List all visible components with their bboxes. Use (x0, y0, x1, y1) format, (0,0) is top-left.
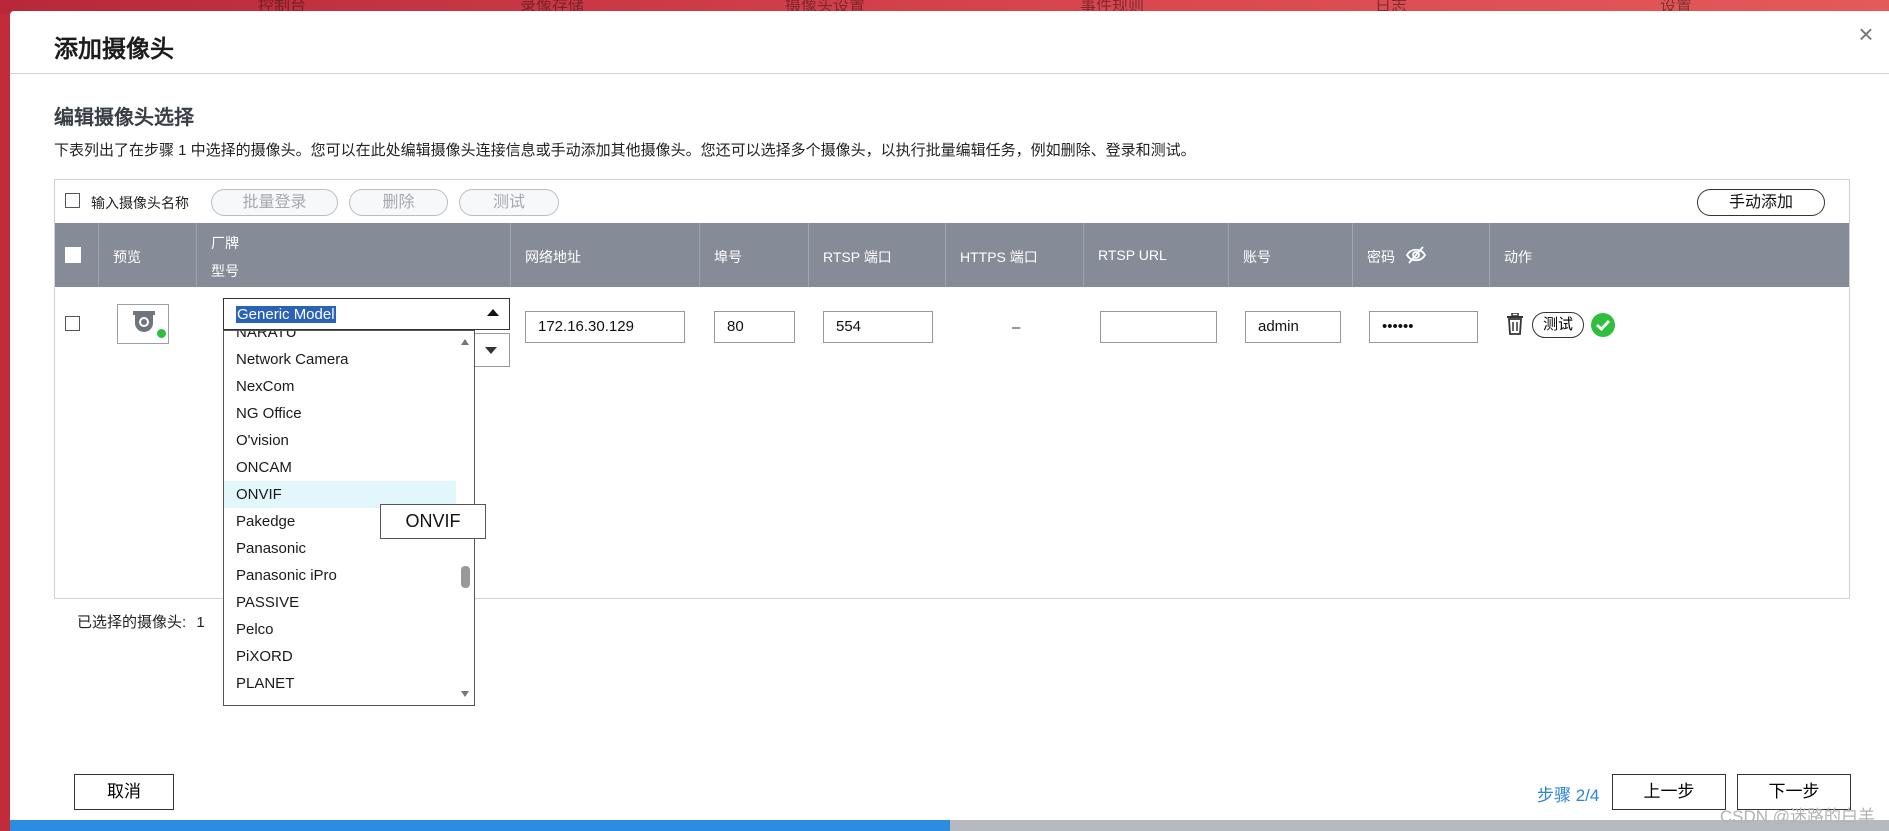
test-button[interactable]: 测试 (459, 189, 559, 216)
hover-tooltip: ONVIF (380, 504, 486, 539)
watermark: CSDN @迷路的白羊 (1719, 807, 1875, 826)
rtsp-port-input[interactable]: 554 (823, 311, 933, 343)
scroll-thumb[interactable] (461, 566, 470, 588)
status-ok-icon (156, 328, 167, 339)
eye-off-icon[interactable] (1405, 245, 1427, 265)
cancel-button[interactable]: 取消 (74, 774, 174, 810)
dialog-title: 添加摄像头 (54, 36, 174, 63)
account-input[interactable]: admin (1245, 311, 1341, 343)
header-password: 密码 (1353, 223, 1490, 287)
section-description: 下表列出了在步骤 1 中选择的摄像头。您可以在此处编辑摄像头连接信息或手动添加其… (54, 142, 1196, 159)
selected-count-value: 1 (196, 614, 205, 631)
dialog-title-bar: 添加摄像头 × (10, 11, 1889, 74)
check-circle-icon (1591, 313, 1615, 337)
chevron-down-icon (485, 347, 497, 354)
select-all-checkbox[interactable] (65, 247, 81, 263)
list-item[interactable]: NG Office (224, 400, 456, 427)
header-action: 动作 (1504, 249, 1532, 265)
step-indicator: 步骤 2/4 (1537, 786, 1600, 805)
header-brand: 厂牌 (211, 235, 239, 251)
row-test-button[interactable]: 测试 (1532, 312, 1584, 338)
list-item[interactable]: PASSIVE (224, 589, 456, 616)
add-camera-dialog: 添加摄像头 × 编辑摄像头选择 下表列出了在步骤 1 中选择的摄像头。您可以在此… (10, 11, 1889, 831)
wizard-progress-bar (10, 820, 1889, 831)
manual-add-button[interactable]: 手动添加 (1697, 189, 1825, 216)
model-selected-value: Generic Model (236, 306, 336, 323)
selected-cameras: 已选择的摄像头: 1 (77, 611, 205, 632)
list-item[interactable]: PiXORD (224, 643, 456, 670)
previous-button[interactable]: 上一步 (1612, 774, 1726, 810)
chevron-up-icon (487, 309, 499, 316)
selected-label: 已选择的摄像头: (77, 614, 187, 631)
list-item[interactable]: ONCAM (224, 454, 456, 481)
list-item[interactable]: Panasonic (224, 535, 456, 562)
list-item[interactable]: Panasonic iPro (224, 562, 456, 589)
header-port: 埠号 (700, 223, 809, 287)
camera-preview (117, 304, 169, 344)
close-icon[interactable]: × (1853, 21, 1879, 47)
header-account: 账号 (1229, 223, 1353, 287)
address-input[interactable]: 172.16.30.129 (525, 311, 685, 343)
delete-button[interactable]: 删除 (349, 189, 448, 216)
list-item[interactable]: Network Camera (224, 346, 456, 373)
header-rtsp-url: RTSP URL (1084, 223, 1229, 287)
wizard-progress-fill (10, 820, 950, 831)
model-select[interactable]: Generic Model (223, 298, 510, 330)
row-checkbox[interactable] (65, 316, 80, 331)
list-item[interactable]: Pelco (224, 616, 456, 643)
header-model: 型号 (211, 263, 239, 279)
list-item[interactable]: NexCom (224, 373, 456, 400)
header-brand-model: 厂牌 型号 (197, 223, 511, 287)
header-preview: 预览 (99, 223, 197, 287)
password-input[interactable]: •••••• (1369, 311, 1478, 343)
header-https-port: HTTPS 端口 (946, 223, 1084, 287)
table-header: 预览 厂牌 型号 网络地址 埠号 RTSP 端口 HTTPS 端口 RTSP U… (55, 223, 1849, 287)
rtsp-url-input[interactable] (1100, 311, 1217, 343)
scroll-down-icon[interactable] (461, 691, 469, 697)
header-address: 网络地址 (511, 223, 700, 287)
header-rtsp-port: RTSP 端口 (809, 223, 946, 287)
trash-icon[interactable] (1506, 313, 1524, 335)
list-item[interactable]: PLANET (224, 670, 456, 697)
section-title: 编辑摄像头选择 (54, 107, 194, 129)
list-item[interactable]: NARATU (224, 331, 456, 346)
camera-icon (133, 311, 155, 332)
toolbar-select-checkbox[interactable] (65, 193, 80, 208)
list-item[interactable]: O'vision (224, 427, 456, 454)
camera-name-label: 输入摄像头名称 (91, 195, 189, 211)
header-select-all (55, 223, 99, 287)
table-toolbar: 输入摄像头名称 批量登录 删除 测试 手动添加 (54, 179, 1850, 223)
batch-login-button[interactable]: 批量登录 (211, 189, 338, 216)
https-port-value: – (1012, 319, 1021, 336)
port-input[interactable]: 80 (714, 311, 795, 343)
scroll-up-icon[interactable] (461, 339, 469, 345)
